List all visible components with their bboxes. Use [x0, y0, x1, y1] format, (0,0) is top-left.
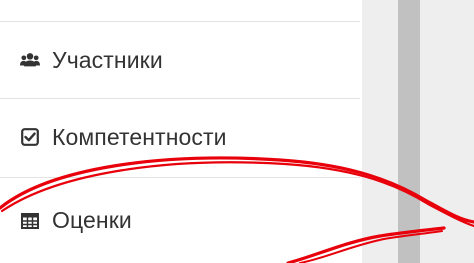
sidebar-item-grades[interactable]: Оценки — [0, 177, 360, 263]
sidebar-item-label: Оценки — [52, 207, 132, 233]
content-area — [420, 0, 474, 263]
sidebar-item-participants[interactable]: Участники — [0, 21, 360, 98]
users-icon — [20, 50, 40, 70]
sidebar-item-label: Компетентности — [52, 123, 227, 150]
table-icon — [20, 211, 40, 231]
panel-gap — [362, 0, 398, 263]
check-square-icon — [20, 127, 40, 147]
scrollbar-thumb[interactable] — [398, 0, 420, 263]
sidebar-item-competencies[interactable]: Компетентности — [0, 98, 360, 175]
sidebar-nav: Участники Компетентности Оценки — [0, 0, 362, 263]
sidebar-item-label: Участники — [52, 46, 163, 73]
